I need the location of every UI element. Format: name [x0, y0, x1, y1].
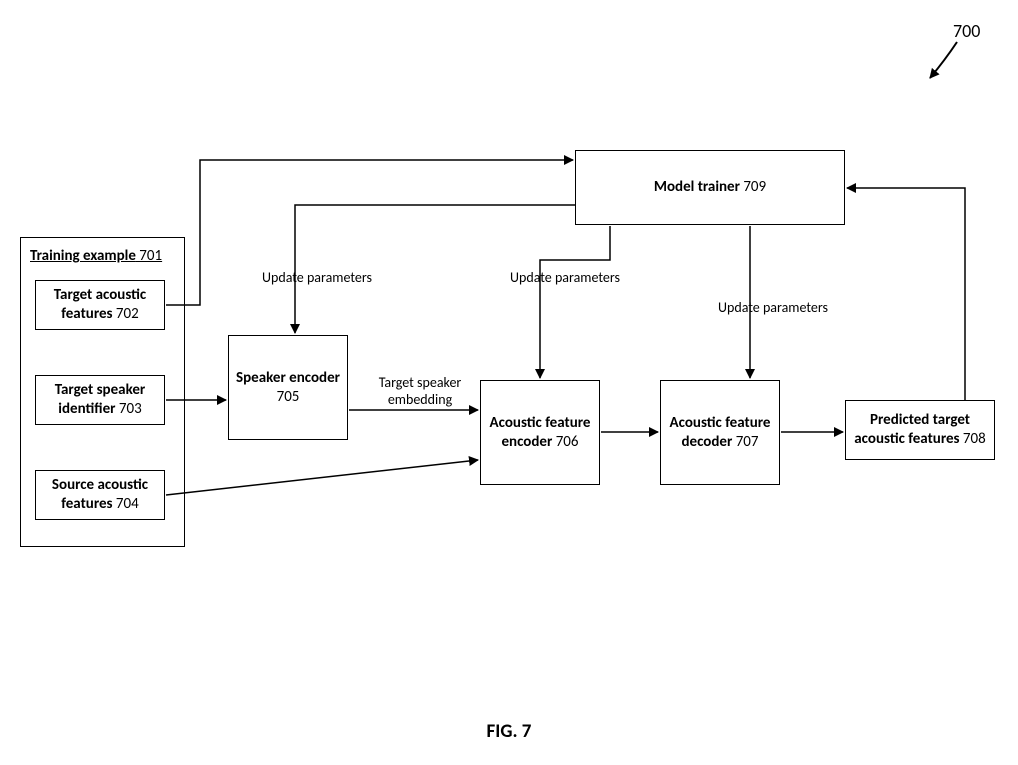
acoustic-feature-decoder-num: 707 — [732, 433, 758, 451]
model-trainer-num: 709 — [740, 178, 766, 196]
predicted-target-box: Predicted target acoustic features 708 — [845, 400, 995, 460]
figure-number-label: 700 — [953, 20, 980, 42]
target-speaker-embedding-line2: embedding — [388, 391, 452, 408]
speaker-encoder-label: Speaker encoder — [236, 369, 340, 387]
acoustic-feature-encoder-box: Acoustic feature encoder 706 — [480, 380, 600, 485]
acoustic-feature-decoder-box: Acoustic feature decoder 707 — [660, 380, 780, 485]
figure-number-text: 700 — [953, 20, 980, 42]
update-parameters-label-1: Update parameters — [262, 270, 372, 287]
model-trainer-box: Model trainer 709 — [575, 150, 845, 225]
training-example-title-num: 701 — [136, 247, 162, 265]
figure-caption: FIG. 7 — [0, 720, 1018, 743]
target-speaker-embedding-line1: Target speaker — [379, 374, 462, 391]
diagram-canvas: 700 Training example 701 Target acoustic… — [0, 0, 1018, 765]
predicted-target-num: 708 — [960, 430, 986, 448]
update-parameters-label-3: Update parameters — [718, 300, 828, 317]
update-parameters-label-2: Update parameters — [510, 270, 620, 287]
speaker-encoder-box: Speaker encoder 705 — [228, 335, 348, 440]
training-example-title: Training example 701 — [30, 247, 162, 265]
target-speaker-identifier-box: Target speaker identifier 703 — [35, 375, 165, 425]
source-acoustic-features-box: Source acoustic features 704 — [35, 470, 165, 520]
speaker-encoder-num: 705 — [277, 388, 300, 406]
predicted-target-label: Predicted target acoustic features — [854, 411, 970, 448]
target-speaker-identifier-num: 703 — [115, 400, 141, 418]
acoustic-feature-encoder-num: 706 — [552, 433, 578, 451]
source-acoustic-features-num: 704 — [113, 495, 139, 513]
training-example-title-bold: Training example — [30, 247, 136, 265]
model-trainer-label: Model trainer — [654, 178, 740, 196]
target-speaker-embedding-label: Target speaker embedding — [365, 375, 475, 409]
target-acoustic-features-box: Target acoustic features 702 — [35, 280, 165, 330]
target-acoustic-features-num: 702 — [113, 305, 139, 323]
